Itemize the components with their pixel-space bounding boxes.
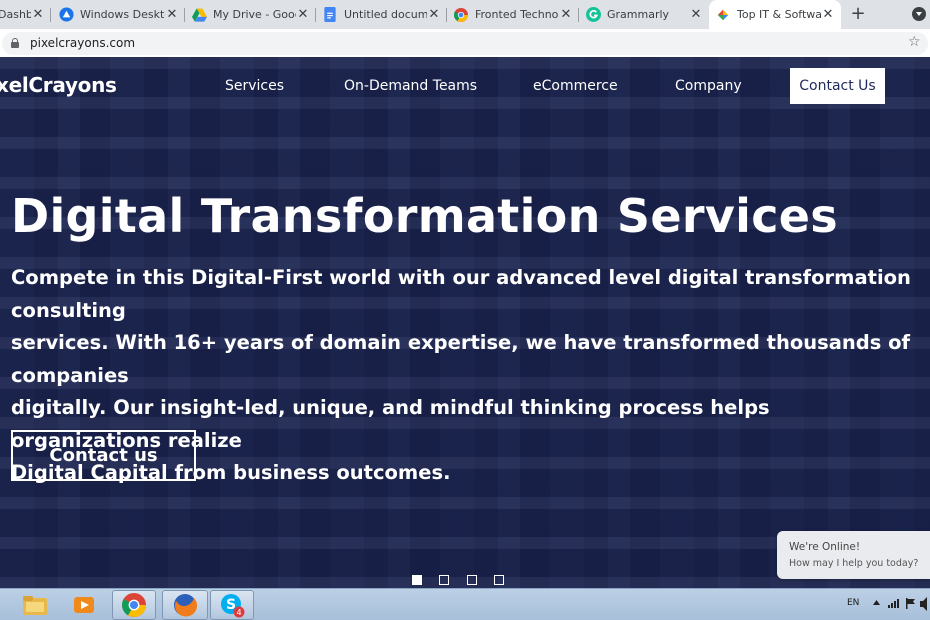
tab-title: Fronted Technolog [475,8,559,21]
header-contact-button[interactable]: Contact Us [790,68,885,104]
site-logo[interactable]: xelCrayons [0,73,117,97]
tab-dashboard[interactable]: Dashbo ✕ [0,0,51,29]
google-drive-icon [191,7,207,23]
firefox-icon[interactable] [162,590,208,620]
browser-toolbar: pixelcrayons.com ☆ [0,29,930,57]
tab-top-it-software[interactable]: Top IT & Software ✕ [709,0,841,29]
tab-close-icon[interactable]: ✕ [821,7,835,22]
hero-title: Digital Transformation Services [11,189,838,243]
tab-title: Windows Desktop [80,8,165,21]
show-hidden-icons-icon[interactable] [873,600,880,606]
tab-grammarly[interactable]: Grammarly ✕ [579,0,709,29]
action-center-flag-icon[interactable] [906,598,916,609]
media-player-icon[interactable] [66,590,102,620]
tab-close-icon[interactable]: ✕ [689,7,703,22]
tab-close-icon[interactable]: ✕ [31,7,45,22]
hero-line: Compete in this Digital-First world with… [11,266,911,322]
slider-dot-3[interactable] [467,575,477,585]
tab-close-icon[interactable]: ✕ [165,7,179,22]
tab-title: Grammarly [607,8,670,21]
tab-title: Top IT & Software [737,8,821,21]
address-bar[interactable]: pixelcrayons.com ☆ [2,32,928,55]
tab-close-icon[interactable]: ✕ [427,7,441,22]
google-docs-icon [322,7,338,23]
network-signal-icon[interactable] [888,598,902,608]
chat-widget[interactable]: We're Online! How may I help you today? [777,531,930,579]
tab-windows-desktop[interactable]: Windows Desktop ✕ [52,0,185,29]
slider-dot-1[interactable] [412,575,422,585]
google-chrome-icon[interactable] [112,590,156,620]
nav-on-demand-teams[interactable]: On-Demand Teams [344,78,477,94]
hero-contact-button[interactable]: Contact us [11,430,196,481]
tab-close-icon[interactable]: ✕ [559,7,573,22]
new-tab-button[interactable]: + [848,4,868,24]
hero-line: services. With 16+ years of domain exper… [11,331,911,387]
bookmark-star-icon[interactable]: ☆ [908,34,921,50]
remote-desktop-icon [58,7,74,23]
volume-icon[interactable] [920,597,930,611]
grammarly-icon [585,7,601,23]
slider-dot-2[interactable] [439,575,449,585]
tab-close-icon[interactable]: ✕ [296,7,310,22]
tab-title: My Drive - Google [213,8,296,21]
windows-taskbar: S4 EN [0,588,930,620]
slider-dot-4[interactable] [494,575,504,585]
nav-ecommerce[interactable]: eCommerce [533,78,618,94]
url-text[interactable]: pixelcrayons.com [30,36,135,50]
nav-company[interactable]: Company [675,78,742,94]
chat-prompt-text: How may I help you today? [789,558,919,569]
lock-icon[interactable] [11,38,19,48]
tab-google-drive[interactable]: My Drive - Google ✕ [185,0,316,29]
tab-search-icon[interactable] [912,7,926,21]
tab-title: Untitled document [344,8,427,21]
file-explorer-icon[interactable] [18,590,52,620]
language-indicator[interactable]: EN [847,598,859,608]
tab-title: Dashbo [0,8,31,21]
chat-status-text: We're Online! [789,541,861,553]
hero-section: xelCrayons Services On-Demand Teams eCom… [0,57,930,588]
pixelcrayons-icon [715,7,731,23]
browser-tab-strip: Dashbo ✕ Windows Desktop ✕ My Drive - Go… [0,0,930,29]
skype-icon[interactable]: S4 [210,590,254,620]
tab-untitled-document[interactable]: Untitled document ✕ [316,0,447,29]
tab-fronted-technology[interactable]: Fronted Technolog ✕ [447,0,579,29]
skype-badge: 4 [236,608,241,617]
nav-services[interactable]: Services [225,78,284,94]
google-chrome-icon [453,7,469,23]
